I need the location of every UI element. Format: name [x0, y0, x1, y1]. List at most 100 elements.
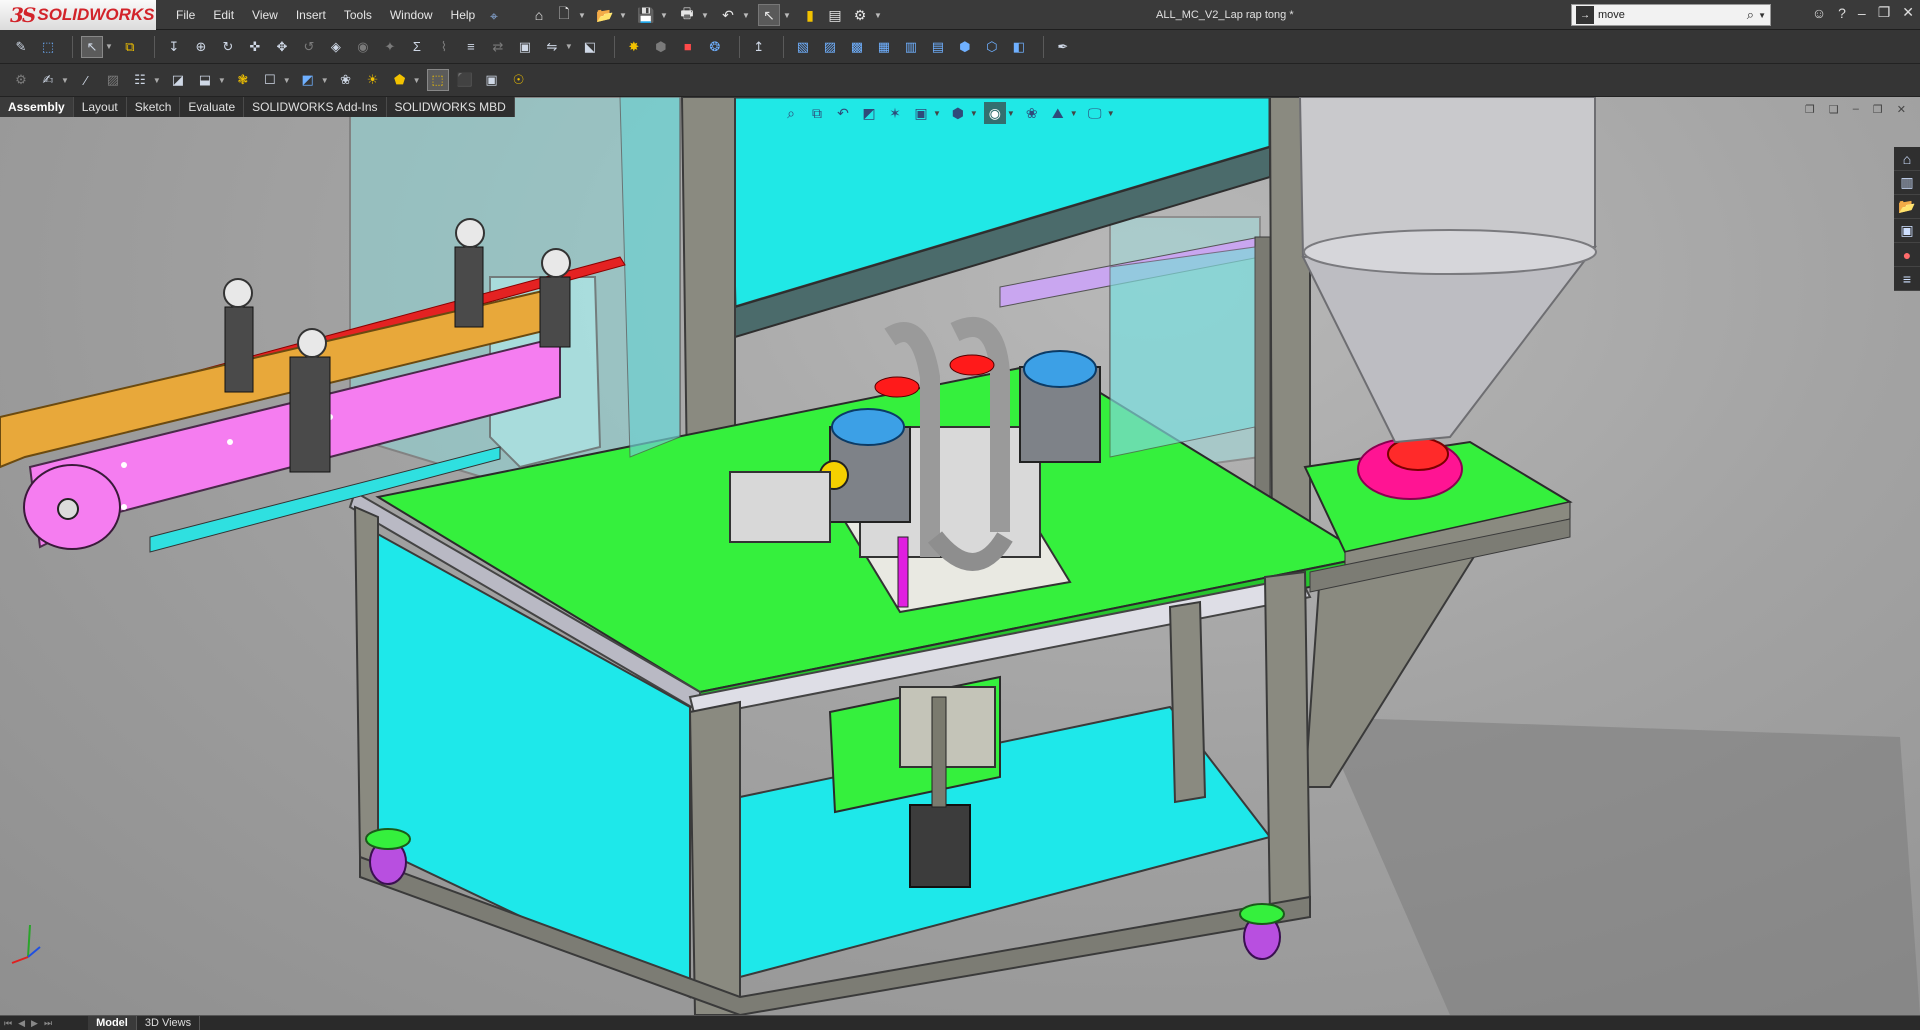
viewport-restore-icon[interactable]: ❒: [1873, 103, 1883, 116]
smart-dimension-icon[interactable]: ↧: [163, 36, 185, 58]
view-settings-dropdown-icon[interactable]: ▼: [1107, 109, 1115, 118]
minimize-icon[interactable]: –: [1858, 5, 1866, 21]
zoom-to-fit-icon[interactable]: ⊕: [190, 36, 212, 58]
tab-sketch[interactable]: Sketch: [126, 97, 181, 117]
options-gear-icon[interactable]: ⚙: [849, 4, 871, 26]
dimetric-view-icon[interactable]: ◧: [1008, 36, 1030, 58]
display-dropdown-icon[interactable]: ▼: [413, 76, 421, 85]
realview-icon[interactable]: ⬛: [454, 69, 476, 91]
apply-scene-icon[interactable]: ⛰: [1047, 102, 1069, 124]
search-input[interactable]: move: [1598, 9, 1747, 21]
shadows-icon[interactable]: ☉: [508, 69, 530, 91]
layers-icon[interactable]: ▨: [102, 69, 124, 91]
update-speedpak-icon[interactable]: ⇋: [541, 36, 563, 58]
prev-tab-icon[interactable]: ◀: [18, 1018, 25, 1029]
solidworks-logo[interactable]: 3S SOLIDWORKS: [0, 0, 156, 30]
tab-solidworks-add-ins[interactable]: SOLIDWORKS Add-Ins: [244, 97, 387, 117]
first-tab-icon[interactable]: ⏮: [4, 1018, 12, 1029]
fasteners-dropdown-icon[interactable]: ▼: [218, 76, 226, 85]
tab-solidworks-mbd[interactable]: SOLIDWORKS MBD: [386, 97, 515, 117]
apply-scene-dropdown-icon[interactable]: ▼: [1070, 109, 1078, 118]
select-tool-icon[interactable]: ↖: [81, 35, 103, 58]
undo-icon[interactable]: ↶: [717, 4, 739, 26]
solidworks-resources-icon[interactable]: ⌂: [1894, 147, 1920, 171]
section-dropdown-icon[interactable]: ▼: [321, 76, 329, 85]
smart-fasteners-icon[interactable]: ⬓: [194, 69, 216, 91]
interference-detection-icon[interactable]: ✸: [623, 36, 645, 58]
save-icon[interactable]: 💾: [635, 4, 657, 26]
trimetric-view-icon[interactable]: ⬡: [981, 36, 1003, 58]
view-settings-icon[interactable]: 🖵: [1084, 102, 1106, 124]
view-orientation-dropdown-icon[interactable]: ▼: [933, 109, 941, 118]
camera-icon[interactable]: ▣: [481, 69, 503, 91]
custom-properties-icon[interactable]: ≡: [1894, 267, 1920, 291]
print-icon[interactable]: 🖶: [676, 4, 698, 26]
display-style-dropdown-icon[interactable]: ▼: [970, 109, 978, 118]
display-style-hud-icon[interactable]: ⬢: [947, 102, 969, 124]
isometric-view-icon[interactable]: ⬢: [954, 36, 976, 58]
menu-window[interactable]: Window: [390, 8, 433, 22]
zoom-to-area-icon[interactable]: ⧉: [806, 102, 828, 124]
hide-show-dropdown-icon[interactable]: ▼: [1007, 109, 1015, 118]
bottom-view-icon[interactable]: ▤: [927, 36, 949, 58]
assembly-model[interactable]: [0, 97, 1920, 1015]
view-orientation-hud-icon[interactable]: ▣: [910, 102, 932, 124]
select-dropdown-icon[interactable]: ▼: [783, 11, 791, 20]
dynamic-annotation-icon[interactable]: ✶: [884, 102, 906, 124]
measure-icon[interactable]: ❂: [704, 36, 726, 58]
sum-icon[interactable]: Σ: [406, 36, 428, 58]
take-snapshot-icon[interactable]: ⬕: [579, 36, 601, 58]
menu-help[interactable]: Help: [451, 8, 476, 22]
update-dropdown-icon[interactable]: ▼: [565, 42, 573, 51]
screwdriver-tool-icon[interactable]: ✒: [1052, 36, 1074, 58]
top-view-icon[interactable]: ▥: [900, 36, 922, 58]
display-style-icon[interactable]: ⬟: [389, 69, 411, 91]
sketch-gear-icon[interactable]: ⚙: [10, 69, 32, 91]
new-motion-study-icon[interactable]: ⌇: [433, 36, 455, 58]
show-hidden-icon[interactable]: ◈: [325, 36, 347, 58]
sketch-tools-icon[interactable]: ✍: [37, 69, 59, 91]
user-account-icon[interactable]: ☺: [1812, 5, 1826, 21]
traffic-light-icon[interactable]: ▮: [799, 4, 821, 26]
home-icon[interactable]: ⌂: [528, 4, 550, 26]
tab-model[interactable]: Model: [88, 1015, 137, 1030]
open-folder-icon[interactable]: 📂: [594, 4, 616, 26]
tab-layout[interactable]: Layout: [73, 97, 127, 117]
right-view-icon[interactable]: ▦: [873, 36, 895, 58]
view-orientation-icon[interactable]: ☐: [259, 69, 281, 91]
linear-pattern-icon[interactable]: ☷: [129, 69, 151, 91]
clearance-icon[interactable]: ⬢: [650, 36, 672, 58]
section-view-hud-icon[interactable]: ◩: [858, 102, 880, 124]
normal-to-icon[interactable]: ↥: [748, 36, 770, 58]
explode-line-icon[interactable]: ❃: [232, 69, 254, 91]
move-component-icon[interactable]: ✥: [271, 36, 293, 58]
scene-icon[interactable]: ☀: [362, 69, 384, 91]
assembly-features-icon[interactable]: ◉: [352, 36, 374, 58]
options-dropdown-icon[interactable]: ▼: [874, 11, 882, 20]
save-dropdown-icon[interactable]: ▼: [660, 11, 668, 20]
tab-3d-views[interactable]: 3D Views: [137, 1015, 201, 1030]
file-explorer-icon[interactable]: 📂: [1894, 195, 1920, 219]
command-search-icon[interactable]: →: [1576, 6, 1594, 24]
rotate-view-icon[interactable]: ↻: [217, 36, 239, 58]
sketch-tools-dropdown-icon[interactable]: ▼: [61, 76, 69, 85]
restore-icon[interactable]: ❐: [1878, 4, 1891, 21]
viewport-collapse-icon[interactable]: ❑: [1829, 103, 1839, 116]
edit-component-icon[interactable]: ✎: [10, 36, 32, 58]
menu-edit[interactable]: Edit: [213, 8, 234, 22]
open-dropdown-icon[interactable]: ▼: [619, 11, 627, 20]
menu-file[interactable]: File: [176, 8, 195, 22]
hide-show-icon[interactable]: ◪: [167, 69, 189, 91]
pin-menu-icon[interactable]: ⌖: [490, 8, 498, 25]
menu-tools[interactable]: Tools: [344, 8, 372, 22]
select-tool-dropdown-icon[interactable]: ▼: [105, 42, 113, 51]
menu-view[interactable]: View: [252, 8, 278, 22]
select-arrow-icon[interactable]: ↖: [758, 4, 780, 26]
viewport-expand-icon[interactable]: ❐: [1805, 103, 1815, 116]
view-palette-icon[interactable]: ▣: [1894, 219, 1920, 243]
insert-components-icon[interactable]: ⬚: [37, 36, 59, 58]
pattern-dropdown-icon[interactable]: ▼: [153, 76, 161, 85]
tab-evaluate[interactable]: Evaluate: [180, 97, 245, 117]
line-pattern-icon[interactable]: ∕: [75, 69, 97, 91]
front-view-icon[interactable]: ▧: [792, 36, 814, 58]
